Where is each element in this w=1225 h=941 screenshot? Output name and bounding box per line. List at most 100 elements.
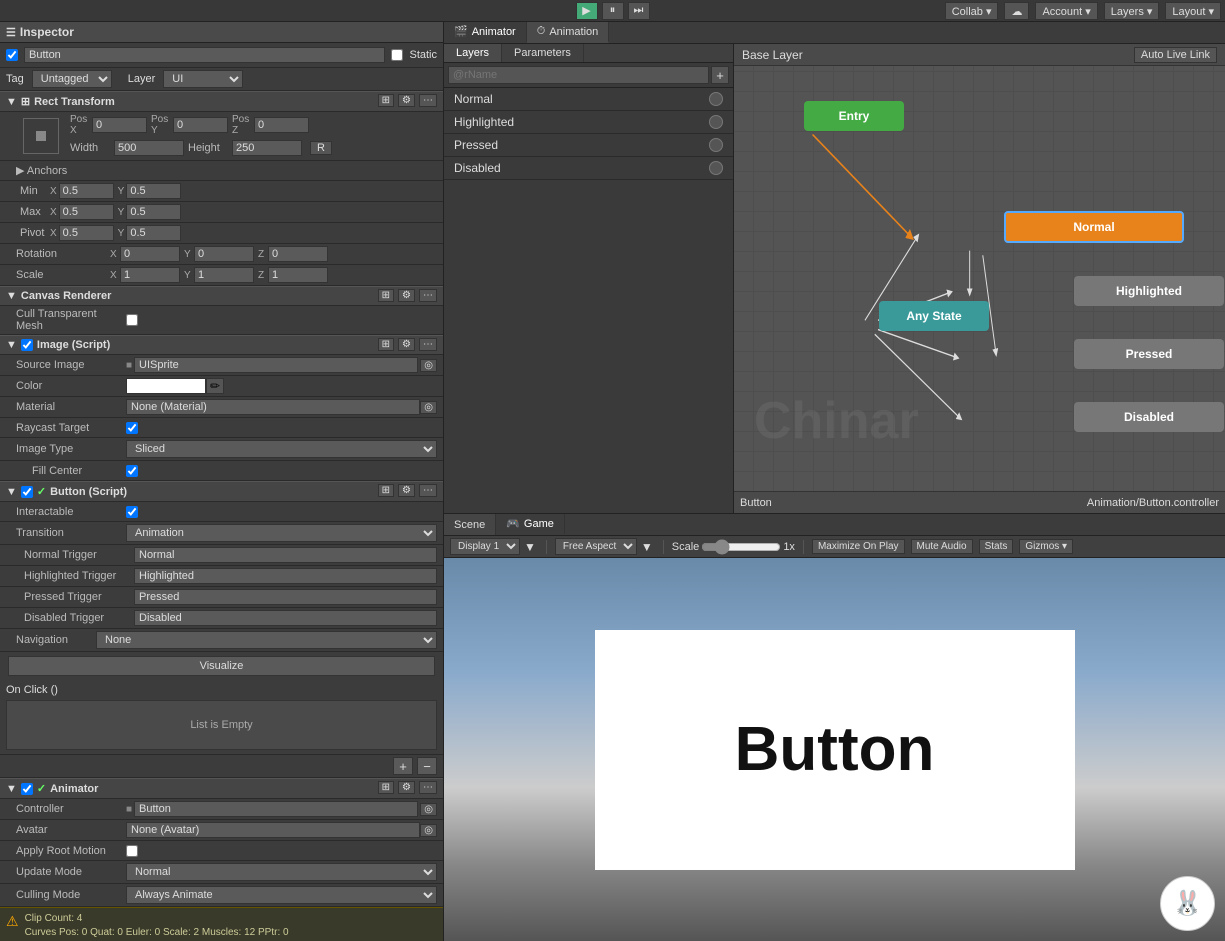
- play-button[interactable]: ▶: [576, 2, 598, 20]
- parameters-tab[interactable]: Parameters: [502, 44, 584, 62]
- layer-dropdown[interactable]: UI: [163, 70, 243, 88]
- list-add-btn[interactable]: +: [393, 757, 413, 775]
- image-script-more-btn[interactable]: ⋯: [419, 338, 437, 351]
- state-normal[interactable]: Normal: [1004, 211, 1184, 243]
- rot-y[interactable]: [194, 246, 254, 262]
- cull-checkbox[interactable]: [126, 314, 138, 326]
- animator-more[interactable]: ⋯: [419, 781, 437, 794]
- normal-trigger-input[interactable]: [134, 547, 437, 563]
- rot-x[interactable]: [120, 246, 180, 262]
- anim-item-highlighted[interactable]: Highlighted: [444, 111, 733, 134]
- tab-animator[interactable]: 🎬 Animator: [444, 22, 527, 43]
- anim-item-pressed[interactable]: Pressed: [444, 134, 733, 157]
- pivot-x[interactable]: [59, 225, 114, 241]
- auto-live-btn[interactable]: Auto Live Link: [1134, 47, 1217, 63]
- raycast-checkbox[interactable]: [126, 422, 138, 434]
- pivot-y[interactable]: [126, 225, 181, 241]
- scale-x[interactable]: [120, 267, 180, 283]
- rect-transform-menu-btn[interactable]: ⊞: [378, 94, 394, 107]
- r-button[interactable]: R: [310, 141, 332, 155]
- btn-script-more[interactable]: ⋯: [419, 484, 437, 497]
- scale-z[interactable]: [268, 267, 328, 283]
- mute-btn[interactable]: Mute Audio: [911, 539, 973, 554]
- btn-script-settings[interactable]: ⚙: [398, 484, 415, 497]
- animator-menu[interactable]: ⊞: [378, 781, 394, 794]
- pause-button[interactable]: ⏸: [602, 2, 624, 20]
- update-mode-dropdown[interactable]: Normal: [126, 863, 437, 881]
- scale-value: 1x: [783, 541, 795, 553]
- pos-x-input[interactable]: [92, 117, 147, 133]
- rect-transform-settings-btn[interactable]: ⚙: [398, 94, 415, 107]
- rot-z[interactable]: [268, 246, 328, 262]
- canvas-renderer-more-btn[interactable]: ⋯: [419, 289, 437, 302]
- tab-animation[interactable]: ⏱ Animation: [527, 22, 610, 43]
- rect-transform-more-btn[interactable]: ⋯: [419, 94, 437, 107]
- account-dropdown[interactable]: Account ▾: [1035, 2, 1097, 20]
- fill-center-checkbox[interactable]: [126, 465, 138, 477]
- avatar-picker[interactable]: ◎: [420, 824, 437, 837]
- pressed-trigger-input[interactable]: [134, 589, 437, 605]
- anchor-max-x[interactable]: [59, 204, 114, 220]
- culling-mode-dropdown[interactable]: Always Animate: [126, 886, 437, 904]
- anchor-min-y[interactable]: [126, 183, 181, 199]
- navigation-dropdown[interactable]: None: [96, 631, 437, 649]
- state-entry[interactable]: Entry: [804, 101, 904, 131]
- scale-y[interactable]: [194, 267, 254, 283]
- image-script-settings-btn[interactable]: ⚙: [398, 338, 415, 351]
- anchor-max-y[interactable]: [126, 204, 181, 220]
- animator-enabled[interactable]: [21, 783, 33, 795]
- list-remove-btn[interactable]: −: [417, 757, 437, 775]
- anim-item-disabled[interactable]: Disabled: [444, 157, 733, 180]
- tag-dropdown[interactable]: Untagged: [32, 70, 112, 88]
- image-script-enabled[interactable]: [21, 339, 33, 351]
- collab-dropdown[interactable]: Collab ▾: [945, 2, 999, 20]
- cloud-button[interactable]: ☁: [1004, 2, 1029, 20]
- visualize-button[interactable]: Visualize: [8, 656, 435, 676]
- aspect-dropdown[interactable]: Free Aspect: [555, 538, 637, 555]
- btn-script-menu[interactable]: ⊞: [378, 484, 394, 497]
- controller-picker[interactable]: ◎: [420, 803, 437, 816]
- image-type-dropdown[interactable]: Sliced: [126, 440, 437, 458]
- canvas-renderer-settings-btn[interactable]: ⚙: [398, 289, 415, 302]
- color-field[interactable]: [126, 378, 206, 394]
- object-enabled-checkbox[interactable]: [6, 49, 18, 61]
- disabled-trigger-input[interactable]: [134, 610, 437, 626]
- graph-canvas[interactable]: Chinar: [734, 66, 1225, 491]
- tab-scene[interactable]: Scene: [444, 514, 496, 535]
- anim-item-normal[interactable]: Normal: [444, 88, 733, 111]
- gizmos-btn[interactable]: Gizmos ▾: [1019, 539, 1073, 554]
- stats-btn[interactable]: Stats: [979, 539, 1014, 554]
- interactable-checkbox[interactable]: [126, 506, 138, 518]
- canvas-renderer-menu-btn[interactable]: ⊞: [378, 289, 394, 302]
- image-script-menu-btn[interactable]: ⊞: [378, 338, 394, 351]
- animator-settings[interactable]: ⚙: [398, 781, 415, 794]
- width-input[interactable]: [114, 140, 184, 156]
- pos-z-input[interactable]: [254, 117, 309, 133]
- layers-dropdown[interactable]: Layers ▾: [1104, 2, 1160, 20]
- pos-y-input[interactable]: [173, 117, 228, 133]
- highlighted-trigger-input[interactable]: [134, 568, 437, 584]
- button-script-enabled[interactable]: [21, 486, 33, 498]
- state-pressed[interactable]: Pressed: [1074, 339, 1224, 369]
- step-button[interactable]: ⏭: [628, 2, 650, 20]
- source-image-picker[interactable]: ◎: [420, 359, 437, 372]
- tab-game[interactable]: 🎮 Game: [496, 514, 565, 535]
- state-highlighted[interactable]: Highlighted: [1074, 276, 1224, 306]
- static-checkbox[interactable]: [391, 49, 403, 61]
- scale-slider[interactable]: [701, 539, 781, 555]
- layers-tab[interactable]: Layers: [444, 44, 502, 62]
- state-any-state[interactable]: Any State: [879, 301, 989, 331]
- apply-root-checkbox[interactable]: [126, 845, 138, 857]
- maximize-btn[interactable]: Maximize On Play: [812, 539, 905, 554]
- display-dropdown[interactable]: Display 1: [450, 538, 520, 555]
- material-picker[interactable]: ◎: [420, 401, 437, 414]
- color-picker-btn[interactable]: ✏: [206, 378, 224, 394]
- anim-search-input[interactable]: [448, 66, 709, 84]
- anim-add-btn[interactable]: +: [711, 66, 729, 84]
- anchor-min-x[interactable]: [59, 183, 114, 199]
- layout-dropdown[interactable]: Layout ▾: [1165, 2, 1221, 20]
- height-input[interactable]: [232, 140, 302, 156]
- transition-dropdown[interactable]: Animation: [126, 524, 437, 542]
- state-disabled[interactable]: Disabled: [1074, 402, 1224, 432]
- object-name-input[interactable]: [24, 47, 385, 63]
